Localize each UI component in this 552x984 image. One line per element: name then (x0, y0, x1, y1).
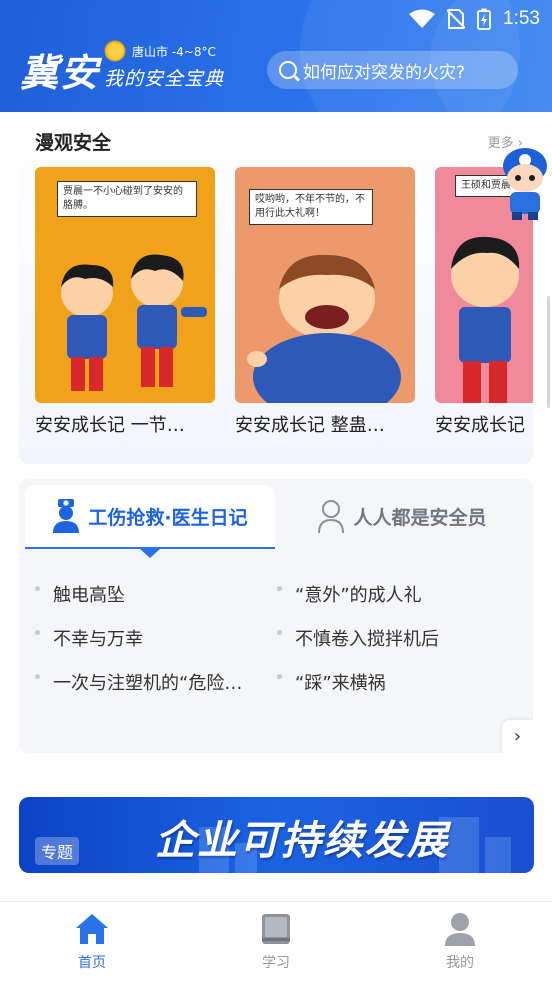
nav-label: 我的 (446, 955, 474, 971)
next-page-button[interactable]: › (502, 720, 533, 753)
list-item[interactable]: “踩”来横祸 (277, 669, 497, 695)
list-item[interactable]: 一次与注塑机的“危险… (35, 669, 255, 695)
no-sim-icon (447, 9, 466, 29)
mascot-assistant-icon[interactable] (500, 146, 550, 222)
comic-caption: 安安成长记 一节… (35, 415, 185, 436)
app-slogan: 我的安全宝典 (104, 68, 225, 90)
scrollbar[interactable] (547, 296, 550, 408)
wifi-icon (409, 9, 436, 28)
comic-carousel[interactable]: 贾晨一不小心碰到了安安的胳膊。 安安成长记 一节… 哎哟哟，不年不节的，不用行此… (35, 167, 533, 437)
search-icon (279, 61, 297, 79)
sun-icon (104, 40, 126, 62)
tab-safety-officer[interactable]: 人人都是安全员 (277, 485, 527, 547)
comic-kids-illustration (61, 254, 207, 391)
nav-study[interactable]: 学习 (184, 902, 368, 984)
nav-label: 学习 (262, 955, 290, 971)
battery-icon (477, 8, 491, 30)
comic-caption: 安安成长记 (435, 415, 525, 436)
book-icon (262, 914, 290, 944)
active-tab-pointer (140, 549, 160, 558)
comic-section: 漫观安全 更多 › 贾晨一不小心碰到了安安的胳膊。 安安成长记 一节… 哎哟哟，… (19, 112, 533, 464)
comic-speech-bubble: 哎哟哟，不年不节的，不用行此大礼啊！ (249, 189, 373, 225)
topic-banner[interactable]: 企业可持续发展 专题 (19, 797, 534, 873)
doctor-icon (53, 499, 80, 533)
articles-card: 工伤抢救·医生日记 人人都是安全员 触电高坠 “意外”的成人礼 不幸与万幸 不慎… (19, 479, 533, 753)
home-icon (76, 914, 108, 944)
nav-mine[interactable]: 我的 (368, 902, 552, 984)
list-item[interactable]: “意外”的成人礼 (277, 581, 497, 607)
article-tabs: 工伤抢救·医生日记 人人都是安全员 (19, 479, 533, 558)
comic-thumbnail: 哎哟哟，不年不节的，不用行此大礼啊！ (235, 167, 415, 403)
list-item[interactable]: 不慎卷入搅拌机后 (277, 625, 497, 651)
app-logo: 冀安 (20, 50, 101, 95)
search-bar[interactable]: 如何应对突发的火灾? (267, 51, 518, 89)
list-item[interactable]: 触电高坠 (35, 581, 255, 607)
banner-building (485, 837, 511, 873)
tab-doctor-diary[interactable]: 工伤抢救·医生日记 (25, 485, 275, 547)
clock: 1:53 (503, 8, 540, 29)
banner-title: 企业可持续发展 (155, 818, 449, 864)
comic-kid-illustration (247, 254, 401, 403)
search-placeholder: 如何应对突发的火灾? (303, 62, 466, 83)
app-header: 1:53 冀安 唐山市 -4~8°C 我的安全宝典 如何应对突发的火灾? (0, 0, 552, 112)
comic-card[interactable]: 贾晨一不小心碰到了安安的胳膊。 安安成长记 一节… (35, 167, 215, 437)
user-icon (445, 913, 475, 946)
bottom-nav: 首页 学习 我的 (0, 901, 552, 983)
comic-speech-bubble: 贾晨一不小心碰到了安安的胳膊。 (57, 181, 197, 217)
weather-info: 唐山市 -4~8°C (104, 40, 216, 62)
weather-text: 唐山市 -4~8°C (132, 44, 216, 59)
comic-card[interactable]: 哎哟哟，不年不节的，不用行此大礼啊！ 安安成长记 整蛊… (235, 167, 415, 437)
nav-label: 首页 (78, 955, 106, 971)
comic-caption: 安安成长记 整蛊… (235, 415, 385, 436)
comic-thumbnail: 贾晨一不小心碰到了安安的胳膊。 (35, 167, 215, 403)
tab-label: 人人都是安全员 (353, 506, 487, 529)
tab-label: 工伤抢救·医生日记 (88, 506, 248, 529)
list-item[interactable]: 不幸与万幸 (35, 625, 255, 651)
status-bar: 1:53 (409, 6, 540, 32)
section-title: 漫观安全 (35, 132, 112, 154)
nav-home[interactable]: 首页 (0, 902, 184, 984)
person-outline-icon (318, 500, 345, 533)
comic-kids-illustration (451, 236, 520, 403)
banner-tag: 专题 (35, 837, 80, 865)
